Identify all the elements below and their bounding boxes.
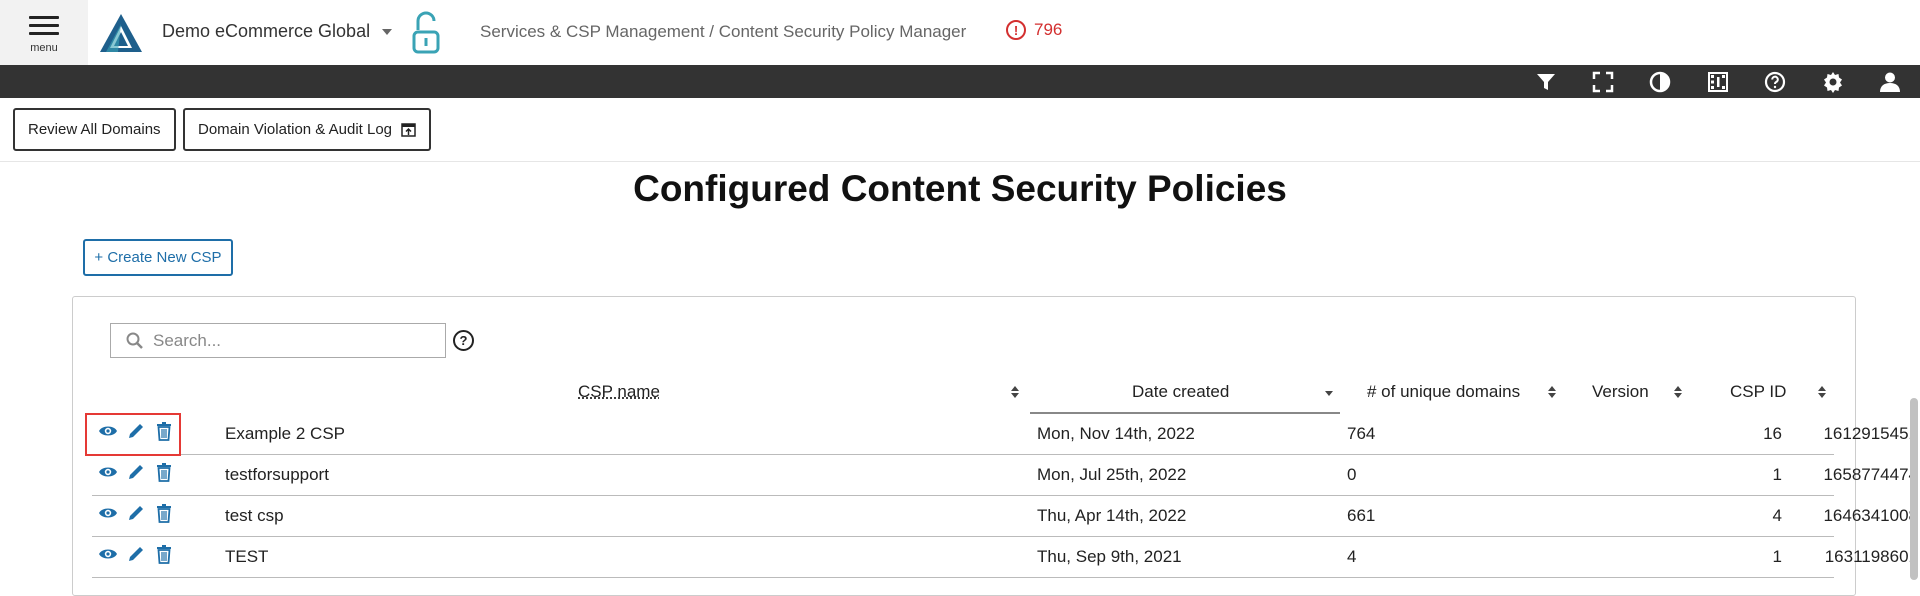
view-icon[interactable] [98, 503, 118, 523]
unique-domains-cell: 0 [1347, 465, 1357, 484]
company-logo [100, 14, 142, 52]
column-header-csp-id[interactable]: CSP ID [1730, 382, 1786, 402]
top-header: menu Demo eCommerce Global Services & CS… [0, 0, 1920, 65]
page-title: Configured Content Security Policies [633, 168, 1287, 209]
org-name[interactable]: Demo eCommerce Global [162, 21, 370, 42]
table-row: testforsupport Mon, Jul 25th, 2022 0 1 1… [92, 455, 1918, 496]
csp-id-cell: 1646341008 [1823, 506, 1918, 525]
open-external-icon [401, 122, 416, 137]
search-help-icon[interactable]: ? [453, 330, 474, 351]
org-dropdown-caret-icon[interactable] [382, 29, 392, 35]
violation-log-label: Domain Violation & Audit Log [198, 121, 393, 138]
column-header-date-created[interactable]: Date created [1132, 382, 1229, 402]
sort-version-icon[interactable] [1674, 386, 1682, 398]
csp-name-cell: Example 2 CSP [225, 424, 345, 443]
fullscreen-icon[interactable] [1591, 70, 1615, 94]
hamburger-icon [29, 11, 59, 40]
user-icon[interactable] [1878, 70, 1902, 94]
delete-icon[interactable] [154, 503, 174, 523]
csp-id-cell: 1612915451 [1823, 424, 1918, 443]
violation-log-button[interactable]: Domain Violation & Audit Log [183, 108, 432, 151]
search-box [110, 323, 446, 358]
csp-id-cell: 1658774474 [1823, 465, 1918, 484]
unique-domains-cell: 764 [1347, 424, 1376, 443]
sort-domains-icon[interactable] [1548, 386, 1556, 398]
csp-name-cell: testforsupport [225, 465, 329, 484]
unlocked-icon[interactable] [410, 10, 442, 56]
delete-icon[interactable] [154, 462, 174, 482]
view-icon[interactable] [98, 462, 118, 482]
table-row: Example 2 CSP Mon, Nov 14th, 2022 764 16… [92, 414, 1918, 455]
menu-button[interactable]: menu [0, 0, 88, 65]
edit-icon[interactable] [126, 544, 146, 564]
table-row: TEST Thu, Sep 9th, 2021 4 1 1631198601 [92, 537, 1918, 578]
date-created-cell: Thu, Apr 14th, 2022 [1037, 506, 1187, 525]
menu-label: menu [30, 42, 58, 54]
date-created-cell: Mon, Nov 14th, 2022 [1037, 424, 1195, 443]
help-icon[interactable] [1763, 70, 1787, 94]
review-all-domains-label: Review All Domains [28, 121, 161, 138]
alert-indicator[interactable]: ! 796 [1006, 20, 1062, 40]
filter-icon[interactable] [1534, 70, 1558, 94]
create-new-csp-button[interactable]: + Create New CSP [83, 239, 233, 276]
delete-icon[interactable] [154, 544, 174, 564]
page-scrollbar[interactable] [1910, 398, 1918, 580]
review-all-domains-button[interactable]: Review All Domains [13, 108, 176, 151]
csp-name-cell: TEST [225, 547, 269, 566]
column-header-csp-name[interactable]: CSP name [578, 382, 660, 402]
edit-icon[interactable] [126, 462, 146, 482]
sort-date-desc-icon[interactable] [1325, 391, 1333, 396]
csp-name-cell: test csp [225, 506, 284, 525]
contrast-icon[interactable] [1648, 70, 1672, 94]
unique-domains-cell: 661 [1347, 506, 1376, 525]
film-icon[interactable] [1706, 70, 1730, 94]
actions-row: Review All Domains Domain Violation & Au… [0, 98, 1920, 162]
edit-icon[interactable] [126, 503, 146, 523]
csp-id-cell: 1631198601 [1824, 547, 1918, 566]
breadcrumb: Services & CSP Management / Content Secu… [480, 22, 967, 41]
date-created-cell: Mon, Jul 25th, 2022 [1037, 465, 1187, 484]
sort-csp-name-icon[interactable] [1011, 386, 1019, 398]
column-header-version[interactable]: Version [1592, 382, 1649, 402]
search-input[interactable] [153, 329, 438, 353]
row-actions-highlight [85, 413, 181, 456]
alert-count: 796 [1034, 20, 1063, 39]
alert-icon: ! [1006, 20, 1026, 40]
unique-domains-cell: 4 [1347, 547, 1357, 566]
date-created-cell: Thu, Sep 9th, 2021 [1037, 547, 1182, 566]
table-row: test csp Thu, Apr 14th, 2022 661 4 16463… [92, 496, 1918, 537]
column-header-unique-domains[interactable]: # of unique domains [1367, 382, 1520, 402]
sort-csp-id-icon[interactable] [1818, 386, 1826, 398]
search-icon [126, 332, 143, 349]
view-icon[interactable] [98, 544, 118, 564]
settings-icon[interactable] [1821, 70, 1845, 94]
toolbar [0, 65, 1920, 98]
